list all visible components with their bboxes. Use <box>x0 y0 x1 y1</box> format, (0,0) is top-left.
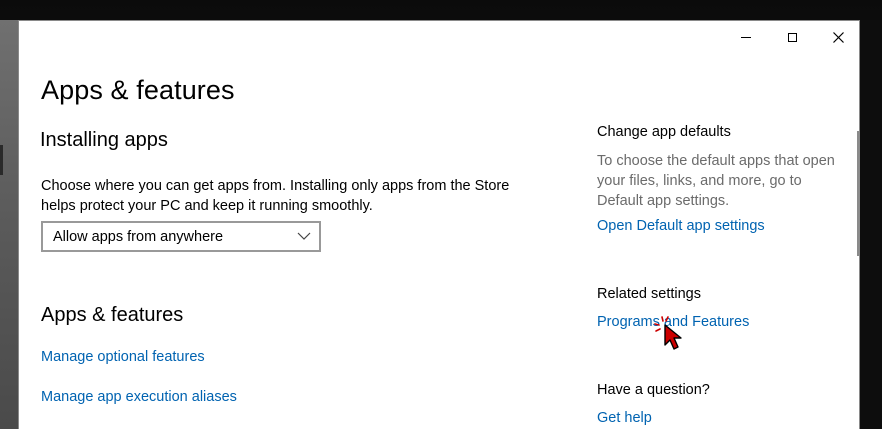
scrollbar[interactable] <box>857 131 859 256</box>
open-default-app-settings-link[interactable]: Open Default app settings <box>597 218 765 234</box>
desktop-right-edge <box>860 20 882 429</box>
installing-apps-description: Choose where you can get apps from. Inst… <box>41 178 510 214</box>
page-title: Apps & features <box>41 75 235 105</box>
change-app-defaults-heading: Change app defaults <box>597 124 731 140</box>
installing-apps-heading: Installing apps <box>40 129 168 151</box>
background-window-edge <box>0 20 18 429</box>
manage-app-execution-aliases-link[interactable]: Manage app execution aliases <box>41 389 237 405</box>
background-window-mark <box>0 145 3 175</box>
dropdown-value: Allow apps from anywhere <box>53 228 224 245</box>
close-icon <box>832 31 844 43</box>
mouse-cursor-icon <box>654 316 682 350</box>
related-settings-heading: Related settings <box>597 286 701 302</box>
close-button[interactable] <box>815 21 859 53</box>
minimize-icon <box>741 36 751 38</box>
minimize-button[interactable] <box>723 21 769 53</box>
have-a-question-heading: Have a question? <box>597 382 710 398</box>
apps-features-heading: Apps & features <box>41 304 184 326</box>
manage-optional-features-link[interactable]: Manage optional features <box>41 349 205 365</box>
chevron-down-icon <box>297 232 311 240</box>
change-app-defaults-description: To choose the default apps that open you… <box>597 153 835 209</box>
settings-window: Apps & features Installing apps Choose w… <box>18 20 860 429</box>
get-help-link[interactable]: Get help <box>597 410 652 426</box>
maximize-icon <box>787 32 797 42</box>
maximize-button[interactable] <box>769 21 815 53</box>
install-source-dropdown[interactable]: Allow apps from anywhere <box>41 221 321 252</box>
